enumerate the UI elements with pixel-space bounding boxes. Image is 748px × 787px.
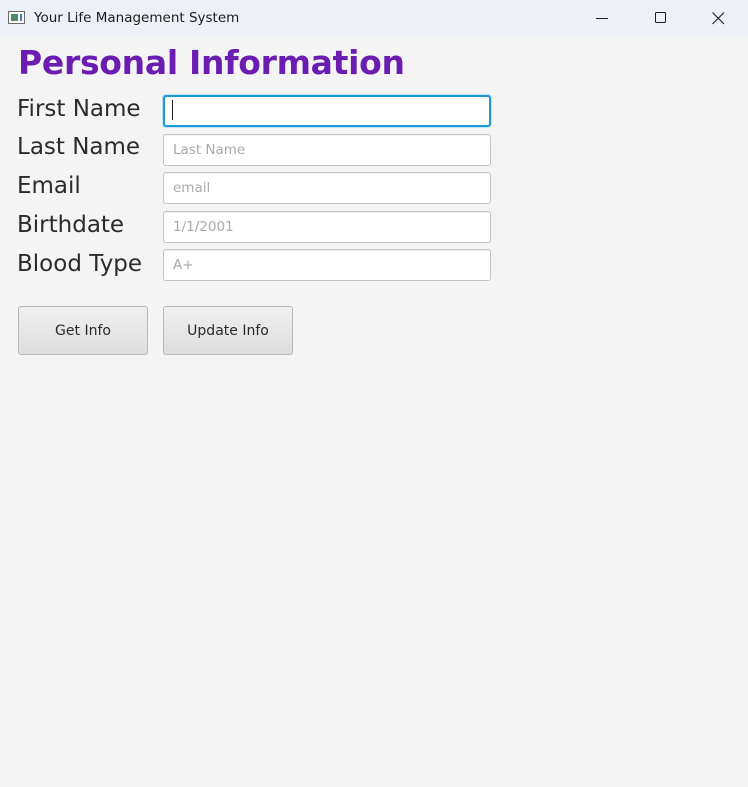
window-title: Your Life Management System (34, 10, 240, 26)
first-name-label: First Name (17, 96, 141, 122)
last-name-label: Last Name (17, 134, 141, 160)
minimize-button[interactable] (574, 0, 630, 37)
page-title: Personal Information (18, 43, 405, 82)
minimize-icon (596, 18, 608, 19)
text-cursor (172, 100, 173, 120)
email-field[interactable] (163, 172, 491, 204)
birthdate-field[interactable] (163, 211, 491, 243)
email-label: Email (17, 173, 81, 199)
birthdate-label: Birthdate (17, 212, 125, 238)
maximize-icon (655, 12, 666, 23)
last-name-field[interactable] (163, 134, 491, 166)
first-name-field[interactable] (163, 95, 491, 127)
blood-type-label: Blood Type (17, 251, 143, 277)
app-window-icon (8, 11, 25, 24)
blood-type-field[interactable] (163, 249, 491, 281)
close-button[interactable] (690, 0, 746, 37)
title-bar[interactable]: Your Life Management System (0, 0, 748, 37)
get-info-button[interactable]: Get Info (18, 306, 148, 355)
update-info-button[interactable]: Update Info (163, 306, 293, 355)
maximize-button[interactable] (632, 0, 688, 37)
close-icon (712, 12, 725, 25)
app-window: Your Life Management System Personal Inf… (0, 0, 748, 787)
